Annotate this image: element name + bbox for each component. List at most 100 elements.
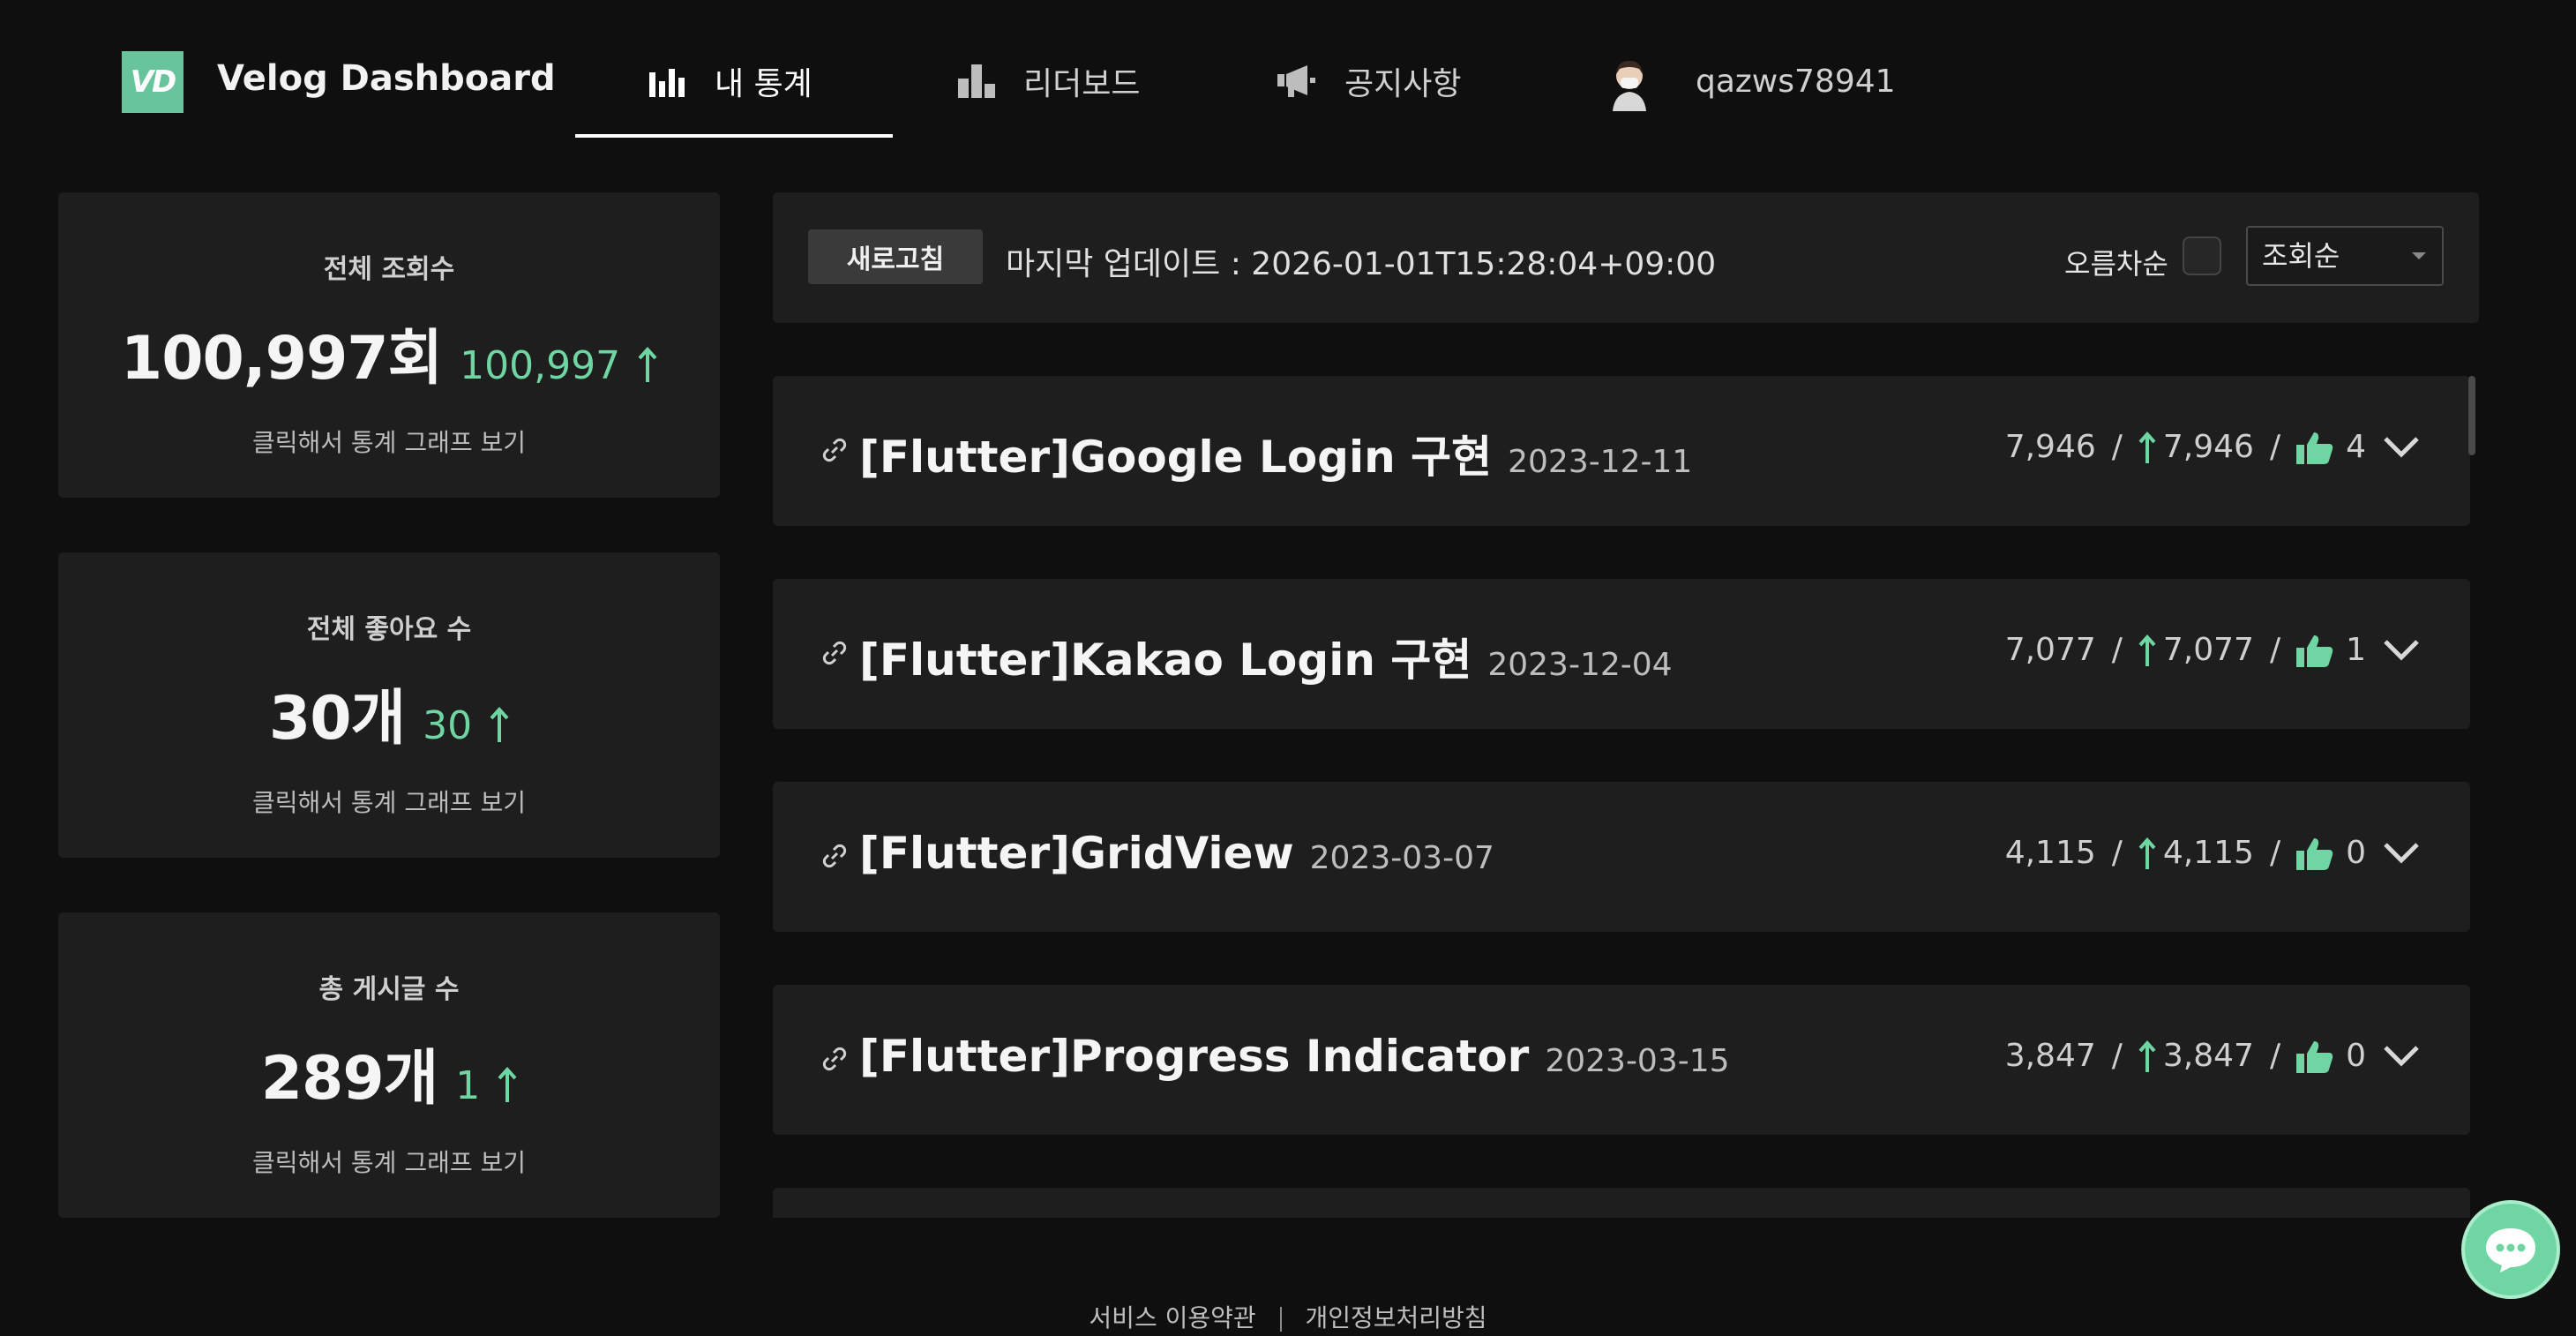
brand-title[interactable]: Velog Dashboard — [217, 58, 556, 99]
top-header: VD Velog Dashboard 내 통계 리더보드 공지사항 qazws7… — [0, 0, 2576, 141]
active-tab-indicator — [575, 134, 893, 138]
sort-asc-label: 오름차순 — [2064, 247, 2168, 281]
post-row: [Flutter]Progress Indicator 2023-03-15 3… — [773, 985, 2470, 1135]
list-scrollbar[interactable] — [2468, 376, 2475, 455]
chevron-down-icon[interactable] — [2382, 841, 2421, 866]
separator: / — [2111, 429, 2123, 465]
terms-link[interactable]: 서비스 이용약관 — [1089, 1303, 1255, 1332]
nav-tab-notices[interactable]: 공지사항 — [1277, 55, 1461, 108]
stat-value: 100,997회 — [120, 324, 443, 394]
post-views-delta: 4,115 — [2162, 835, 2254, 871]
username[interactable]: qazws78941 — [1696, 55, 1896, 108]
stat-delta-value: 100,997 — [460, 343, 621, 388]
link-icon[interactable] — [822, 438, 847, 462]
sort-asc-checkbox[interactable] — [2183, 236, 2221, 275]
stat-value-row: 100,997회 100,997 — [58, 309, 720, 396]
username-label: qazws78941 — [1696, 63, 1896, 100]
post-likes: 1 — [2346, 632, 2366, 668]
nav-tab-label: 공지사항 — [1344, 66, 1462, 102]
bar-chart-icon — [649, 69, 685, 97]
arrow-up-icon — [2138, 1040, 2156, 1072]
thumbs-up-icon — [2296, 432, 2333, 464]
stat-card-total-likes[interactable]: 전체 좋아요 수 30개 30 클릭해서 통계 그래프 보기 — [58, 552, 720, 858]
post-views: 4,115 — [2004, 835, 2096, 871]
footer: 서비스 이용약관 개인정보처리방침 — [0, 1299, 2576, 1334]
leaderboard-icon — [958, 64, 995, 98]
logo[interactable]: VD — [122, 51, 183, 113]
post-views: 7,946 — [2004, 429, 2096, 465]
post-title[interactable]: [Flutter]Kakao Login 구현 — [859, 625, 1471, 688]
post-stats: 4,115 / 4,115 / 0 — [2005, 835, 2421, 871]
post-likes: 0 — [2346, 835, 2366, 871]
post-title-wrap: [Flutter]GridView 2023-03-07 — [859, 828, 1494, 879]
post-views: 7,077 — [2004, 632, 2096, 668]
thumbs-up-icon — [2296, 837, 2333, 870]
stat-card-total-posts[interactable]: 총 게시글 수 289개 1 클릭해서 통계 그래프 보기 — [58, 912, 720, 1218]
sort-select[interactable]: 조회순 — [2246, 226, 2444, 286]
separator: / — [2111, 835, 2123, 871]
post-stats: 7,077 / 7,077 / 1 — [2005, 632, 2421, 668]
chevron-down-icon — [2412, 252, 2426, 259]
last-update-text: 마지막 업데이트 : 2026-01-01T15:28:04+09:00 — [1006, 246, 1717, 282]
link-icon[interactable] — [822, 641, 847, 665]
arrow-up-icon — [638, 347, 657, 382]
link-icon[interactable] — [822, 1047, 847, 1071]
post-title[interactable]: [Flutter]GridView — [859, 828, 1294, 879]
stat-value: 289개 — [260, 1044, 439, 1114]
dashboard-page: VD Velog Dashboard 내 통계 리더보드 공지사항 qazws7… — [0, 0, 2576, 1336]
post-date: 2023-12-11 — [1508, 444, 1693, 480]
post-likes: 0 — [2346, 1038, 2366, 1074]
post-views: 3,847 — [2004, 1038, 2096, 1074]
post-row: [Flutter]Kakao Login 구현 2023-12-04 7,077… — [773, 579, 2470, 729]
arrow-up-icon — [498, 1067, 517, 1102]
arrow-up-icon — [2138, 431, 2156, 463]
sort-select-value: 조회순 — [2262, 239, 2340, 273]
refresh-button[interactable]: 새로고침 — [808, 229, 983, 284]
post-views-delta: 3,847 — [2162, 1038, 2254, 1074]
stat-card-total-views[interactable]: 전체 조회수 100,997회 100,997 클릭해서 통계 그래프 보기 — [58, 192, 720, 498]
stat-value-row: 289개 1 — [58, 1029, 720, 1116]
arrow-up-icon — [2138, 634, 2156, 666]
post-date: 2023-03-07 — [1309, 840, 1494, 876]
chevron-down-icon[interactable] — [2382, 435, 2421, 460]
separator: / — [2269, 1038, 2281, 1074]
post-likes: 4 — [2346, 429, 2366, 465]
arrow-up-icon — [2138, 837, 2156, 869]
thumbs-up-icon — [2296, 1040, 2333, 1073]
post-title[interactable]: [Flutter]Progress Indicator — [859, 1031, 1529, 1082]
post-row: [Flutter]GridView 2023-03-07 4,115 / 4,1… — [773, 782, 2470, 932]
stat-delta: 30 — [423, 703, 509, 748]
stat-delta-value: 30 — [423, 703, 473, 748]
nav-tab-label: 내 통계 — [715, 66, 812, 102]
stat-delta: 1 — [455, 1063, 517, 1108]
separator: / — [2269, 632, 2281, 668]
chat-button[interactable] — [2461, 1200, 2560, 1299]
avatar[interactable] — [1607, 58, 1651, 111]
post-views-delta: 7,946 — [2162, 429, 2254, 465]
post-title[interactable]: [Flutter]Google Login 구현 — [859, 422, 1492, 485]
post-stats: 3,847 / 3,847 / 0 — [2005, 1038, 2421, 1074]
chevron-down-icon[interactable] — [2382, 638, 2421, 663]
link-icon[interactable] — [822, 844, 847, 868]
chat-bubble-icon — [2486, 1228, 2535, 1272]
stat-hint: 클릭해서 통계 그래프 보기 — [251, 428, 527, 457]
stat-delta-value: 1 — [455, 1063, 481, 1108]
stat-title: 총 게시글 수 — [318, 974, 460, 1005]
post-views-delta: 7,077 — [2162, 632, 2254, 668]
nav-tab-my-stats[interactable]: 내 통계 — [649, 55, 812, 108]
stat-value: 30개 — [268, 684, 406, 754]
post-row: [Flutter]Google Login 구현 2023-12-11 7,94… — [773, 376, 2470, 526]
privacy-link[interactable]: 개인정보처리방침 — [1305, 1303, 1486, 1332]
post-date: 2023-12-04 — [1487, 647, 1673, 683]
post-list: [Flutter]Google Login 구현 2023-12-11 7,94… — [773, 376, 2470, 1218]
separator: / — [2111, 632, 2123, 668]
thumbs-up-icon — [2296, 634, 2333, 667]
nav-tab-label: 리더보드 — [1023, 66, 1141, 102]
separator: / — [2269, 429, 2281, 465]
chevron-down-icon[interactable] — [2382, 1044, 2421, 1069]
post-row-partial — [773, 1188, 2470, 1218]
footer-divider — [1279, 1307, 1282, 1332]
nav-tab-leaderboard[interactable]: 리더보드 — [958, 55, 1140, 108]
stat-delta: 100,997 — [460, 343, 657, 388]
megaphone-icon — [1277, 65, 1315, 97]
